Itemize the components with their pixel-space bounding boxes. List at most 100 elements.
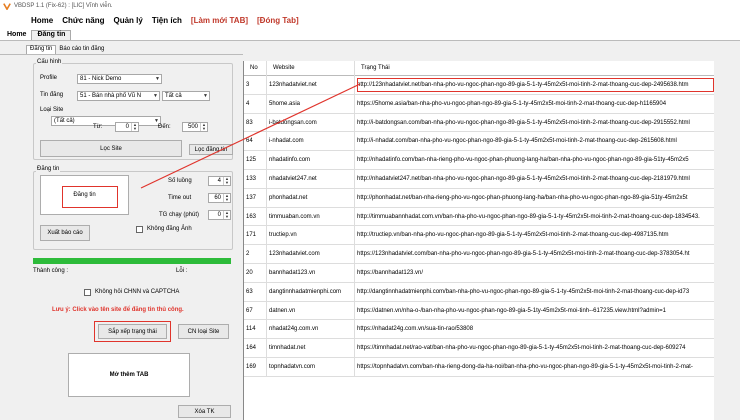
dang-tin-highlight: [62, 186, 118, 208]
cell-website[interactable]: nhadatviet247.net: [267, 170, 355, 189]
spin-arrows-icon[interactable]: ▲ ▼: [223, 211, 230, 219]
cell-website[interactable]: timmuaban.com.vn: [267, 207, 355, 227]
tg-chay-spinner[interactable]: 0 ▲ ▼: [208, 210, 231, 220]
cell-no: 114: [244, 320, 267, 340]
loc-site-button[interactable]: Lọc Site: [40, 140, 182, 157]
config-group-label: Cấu hình: [36, 59, 63, 65]
cell-no: 171: [244, 226, 267, 246]
table-row[interactable]: 125 nhadatinfo.com http://nhadatinfo.com/b…: [244, 151, 714, 170]
cell-trang-thai: http://phonhadat.net/ban-nha-rieng-pho-v…: [355, 189, 714, 208]
cell-website[interactable]: dangtinnhadatmienphi.com: [267, 282, 355, 302]
khong-hoi-label: Không hỏi CHNN và CAPTCHA: [95, 289, 180, 295]
cell-website[interactable]: 123nhadatviet.com: [267, 245, 355, 264]
cell-trang-thai: https://topnhadatvn.com/ban-nha-rieng-do…: [355, 358, 714, 377]
table-row[interactable]: 171 tructiep.vn http://tructiep.vn/ban-nha…: [244, 226, 714, 246]
progress-bar: [33, 258, 231, 264]
table-header: No Website Trạng Thái: [244, 61, 714, 76]
table-row[interactable]: 64 i-nhadat.com http://i-nhadat.com/ban-nh…: [244, 132, 714, 152]
table-row[interactable]: 137 phonhadat.net http://phonhadat.net/ban…: [244, 188, 714, 208]
table-row[interactable]: 83 i-batdongsan.com http://i-batdongsan.co…: [244, 113, 714, 133]
mo-them-tab-button[interactable]: Mở thêm TAB: [68, 353, 190, 397]
loc-dang-tin-button[interactable]: Lọc đăng tin: [189, 144, 233, 155]
spin-arrows-icon[interactable]: ▲ ▼: [223, 194, 230, 202]
menu-tien-ich[interactable]: Tiện ích: [152, 16, 182, 25]
posting-group-label: Đăng tin: [36, 166, 61, 172]
tin-dang-filter-select[interactable]: Tất cả ▼: [162, 91, 210, 101]
table-row[interactable]: 133 nhadatviet247.net http://nhadatviet247…: [244, 170, 714, 189]
cell-trang-thai: https://timnhadat.net/rao-vat/ban-nha-ph…: [355, 339, 714, 358]
cell-website[interactable]: datnen.vn: [267, 301, 355, 321]
loai-site-select[interactable]: (Tất cả) ▼: [51, 116, 161, 126]
status-cell-highlight: [357, 78, 714, 92]
chevron-down-icon: ▼: [155, 76, 160, 82]
menu-lam-moi-tab[interactable]: [Làm mới TAB]: [191, 16, 248, 25]
tin-dang-value: 51 - Bán nhà phố Vũ N: [80, 93, 142, 99]
cell-website[interactable]: timnhadat.net: [267, 339, 355, 358]
tab-dang-tin[interactable]: Đăng tin: [31, 30, 72, 40]
khong-dang-anh-checkbox[interactable]: [136, 226, 143, 233]
cell-website[interactable]: bannhadat123.vn: [267, 264, 355, 283]
table-row[interactable]: 114 nhadat24g.com.vn https://nhadat24g.com…: [244, 320, 714, 340]
khong-hoi-checkbox[interactable]: [84, 289, 91, 296]
cell-website[interactable]: i-nhadat.com: [267, 132, 355, 152]
table-row[interactable]: 4 5home.asia https://5home.asia/ban-nha-ph…: [244, 94, 714, 114]
cell-website[interactable]: nhadatinfo.com: [267, 151, 355, 170]
den-spinner[interactable]: 500 ▲ ▼: [182, 122, 208, 132]
menu-quan-ly[interactable]: Quản lý: [113, 16, 142, 25]
spin-arrows-icon[interactable]: ▲ ▼: [223, 177, 230, 185]
spin-arrows-icon[interactable]: ▲ ▼: [200, 123, 207, 131]
cell-no: 64: [244, 132, 267, 152]
scrollbar-area: [714, 61, 740, 420]
tab-home[interactable]: Home: [2, 31, 31, 40]
cell-website[interactable]: topnhadatvn.com: [267, 358, 355, 377]
cell-no: 83: [244, 113, 267, 133]
header-website[interactable]: Website: [267, 61, 355, 76]
table-row[interactable]: 2 123nhadatviet.com https://123nhadatviet.…: [244, 245, 714, 264]
cell-trang-thai: http://tructiep.vn/ban-nha-pho-vu-ngoc-p…: [355, 226, 714, 245]
cell-website[interactable]: phonhadat.net: [267, 188, 355, 208]
cell-no: 2: [244, 245, 267, 264]
table-row[interactable]: 169 topnhadatvn.com https://topnhadatvn.co…: [244, 358, 714, 377]
cell-no: 133: [244, 170, 267, 189]
tu-value: 0: [125, 124, 129, 130]
menu-bar: Home Chức năng Quản lý Tiện ích [Làm mới…: [0, 12, 740, 29]
cn-loai-site-button[interactable]: CN loại Site: [178, 324, 229, 339]
menu-home[interactable]: Home: [31, 16, 53, 25]
table-row[interactable]: 20 bannhadat123.vn https://bannhadat123.vn…: [244, 264, 714, 283]
tin-dang-select[interactable]: 51 - Bán nhà phố Vũ N ▼: [77, 91, 160, 101]
cell-trang-thai: https://5home.asia/ban-nha-pho-vu-ngoc-p…: [355, 95, 714, 114]
cell-no: 4: [244, 94, 267, 114]
chevron-down-icon: ▼: [153, 93, 158, 99]
so-luong-spinner[interactable]: 4 ▲ ▼: [208, 176, 231, 186]
profile-select[interactable]: 81 - Nick Demo ▼: [77, 74, 162, 84]
table-row[interactable]: 163 timmuaban.com.vn http://timmuabannhada…: [244, 207, 714, 227]
cell-website[interactable]: i-batdongsan.com: [267, 113, 355, 133]
cell-trang-thai: https://nhadat24g.com.vn/sua-tin-rao/538…: [355, 320, 714, 339]
table-row[interactable]: 164 timnhadat.net https://timnhadat.net/ra…: [244, 339, 714, 358]
subtab-bao-cao[interactable]: Báo cáo tin đăng: [56, 46, 107, 54]
menu-dong-tab[interactable]: [Đóng Tab]: [257, 16, 299, 25]
time-out-spinner[interactable]: 60 ▲ ▼: [208, 193, 231, 203]
spin-arrows-icon[interactable]: ▲ ▼: [131, 123, 138, 131]
cell-website[interactable]: 123nhadatviet.net: [267, 76, 355, 95]
xoa-tk-button[interactable]: Xóa TK: [178, 405, 231, 418]
cell-trang-thai: http://nhadatinfo.com/ban-nha-rieng-pho-…: [355, 151, 714, 170]
xuat-bao-cao-button[interactable]: Xuất báo cáo: [40, 225, 90, 241]
loi-label: Lỗi :: [176, 268, 188, 274]
cell-trang-thai: http://i-nhadat.com/ban-nha-pho-vu-ngoc-…: [355, 132, 714, 151]
subtab-dang-tin[interactable]: Đăng tin: [26, 45, 57, 54]
cell-no: 125: [244, 151, 267, 170]
title-bar: VBDSP 1.1 (Fix-62) : [LIC] Vĩnh viễn.: [0, 0, 740, 12]
header-no[interactable]: No: [244, 61, 267, 76]
den-label: Đến:: [158, 124, 171, 130]
table-row[interactable]: 67 datnen.vn https://datnen.vn/nha-o-/ban-…: [244, 301, 714, 321]
table-row[interactable]: 63 dangtinnhadatmienphi.com http://dangtin…: [244, 282, 714, 302]
header-trang-thai[interactable]: Trạng Thái: [355, 61, 714, 76]
cell-website[interactable]: tructiep.vn: [267, 226, 355, 246]
cell-website[interactable]: nhadat24g.com.vn: [267, 320, 355, 340]
tu-spinner[interactable]: 0 ▲ ▼: [115, 122, 139, 132]
cell-trang-thai: https://123nhadatviet.com/ban-nha-pho-vu…: [355, 245, 714, 264]
cell-website[interactable]: 5home.asia: [267, 94, 355, 114]
note-text: Lưu ý: Click vào tên site để đăng tin th…: [52, 307, 184, 313]
menu-chuc-nang[interactable]: Chức năng: [62, 16, 104, 25]
